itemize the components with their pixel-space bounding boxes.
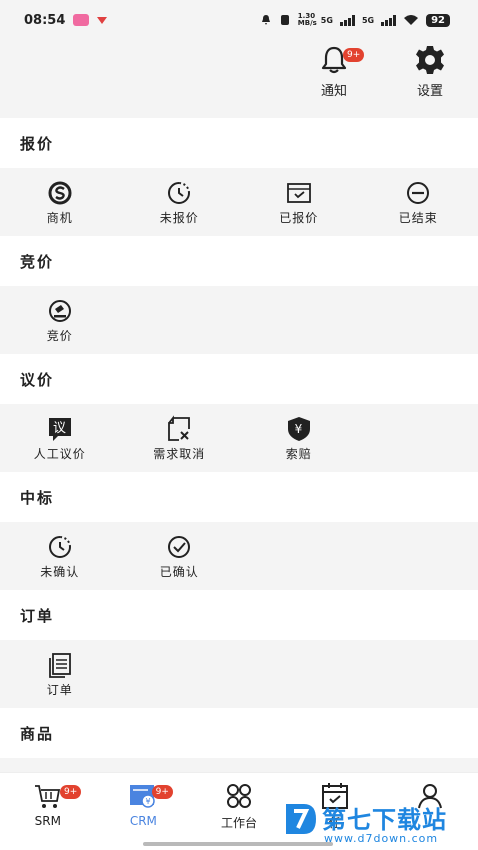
- menu-item-label: 订单: [46, 682, 73, 697]
- watermark: 第七下载站 www.d7down.com: [282, 800, 478, 850]
- signal-icon: [339, 14, 355, 26]
- menu-item-cancel-demand[interactable]: 需求取消: [120, 414, 240, 462]
- menu-item-manual-negotiate[interactable]: 议 人工议价: [0, 415, 120, 462]
- menu-item-label: 人工议价: [33, 446, 86, 461]
- network-speed: 1.30 MB/s: [297, 12, 317, 27]
- app-notification-icon: [73, 14, 90, 26]
- nav-workbench[interactable]: 工作台: [191, 773, 287, 850]
- menu-item-bidding[interactable]: 竞价: [0, 297, 120, 344]
- settings-label: 设置: [416, 84, 443, 99]
- bell-mute-icon: [261, 15, 270, 25]
- cart-icon: [34, 785, 60, 808]
- svg-text:议: 议: [53, 421, 67, 436]
- notify-button[interactable]: 通知 9+: [309, 44, 365, 99]
- watermark-url: www.d7down.com: [324, 832, 439, 845]
- menu-item-unconfirmed[interactable]: 未确认: [0, 533, 120, 580]
- section-grid-won: 未确认 已确认: [0, 522, 478, 590]
- pending-clock-icon: [48, 535, 71, 558]
- nav-label: 工作台: [220, 816, 257, 830]
- business-opportunity-icon: [48, 181, 72, 204]
- download-arrow-icon: [97, 16, 108, 24]
- section-title-bidding: 竞价: [0, 236, 478, 286]
- section-title-quote: 报价: [0, 118, 478, 168]
- check-circle-icon: [168, 535, 191, 558]
- menu-item-label: 未确认: [40, 564, 80, 579]
- nfc-icon: [280, 15, 289, 25]
- menu-item-unquoted[interactable]: 未报价: [120, 179, 240, 226]
- nav-crm[interactable]: ¥ CRM 9+: [96, 773, 192, 850]
- menu-item-label: 竞价: [46, 328, 73, 343]
- watermark-logo-icon: [286, 804, 316, 834]
- section-title-goods: 商品: [0, 708, 478, 758]
- menu-content: 报价 商机 未报价 已报价 已结束 竞价 竞价 议价 议 人工议价 需求取消 ¥…: [0, 118, 478, 758]
- menu-item-label: 已确认: [159, 564, 199, 579]
- section-grid-bidding: 竞价: [0, 286, 478, 354]
- order-document-icon: [48, 652, 71, 678]
- menu-item-order[interactable]: 订单: [0, 651, 120, 698]
- svg-text:¥: ¥: [294, 422, 303, 436]
- negotiate-icon: 议: [48, 417, 71, 441]
- menu-item-label: 已结束: [398, 210, 438, 225]
- menu-item-label: 需求取消: [153, 446, 206, 461]
- nav-badge: 9+: [151, 785, 173, 799]
- signal-icon: [381, 14, 397, 26]
- menu-item-label: 未报价: [159, 210, 199, 225]
- section-grid-negotiate: 议 人工议价 需求取消 ¥ 索赔: [0, 404, 478, 472]
- net2-label: 5G: [361, 15, 375, 25]
- section-title-negotiate: 议价: [0, 354, 478, 404]
- menu-item-business[interactable]: 商机: [0, 179, 120, 226]
- menu-item-label: 索赔: [285, 446, 312, 461]
- notify-badge: 9+: [343, 48, 365, 62]
- section-grid-quote: 商机 未报价 已报价 已结束: [0, 168, 478, 236]
- watermark-title: 第七下载站: [322, 806, 447, 834]
- status-time: 08:54: [24, 12, 66, 28]
- menu-item-label: 商机: [46, 210, 73, 225]
- menu-item-quoted[interactable]: 已报价: [239, 179, 359, 226]
- pending-clock-icon: [168, 181, 191, 204]
- status-bar: 08:54 1.30 MB/s 5G 5G 92: [0, 0, 478, 40]
- quoted-box-icon: [286, 182, 311, 203]
- menu-item-ended[interactable]: 已结束: [359, 179, 478, 226]
- menu-item-claim[interactable]: ¥ 索赔: [239, 415, 359, 462]
- nav-srm[interactable]: SRM 9+: [0, 773, 96, 850]
- notify-label: 通知: [320, 84, 347, 99]
- gavel-icon: [48, 299, 71, 322]
- nav-label: SRM: [34, 814, 61, 828]
- minus-circle-icon: [407, 181, 430, 204]
- section-grid-order: 订单: [0, 640, 478, 708]
- nav-label: CRM: [129, 814, 157, 828]
- wifi-icon: [404, 15, 419, 25]
- header: 通知 9+ 设置: [0, 40, 478, 118]
- menu-item-label: 已报价: [279, 210, 319, 225]
- cancel-demand-icon: [168, 414, 191, 441]
- settings-button[interactable]: 设置: [405, 44, 455, 99]
- svg-text:¥: ¥: [146, 797, 151, 806]
- claim-shield-icon: ¥: [287, 416, 310, 441]
- menu-item-confirmed[interactable]: 已确认: [120, 533, 240, 580]
- net1-label: 5G: [320, 15, 333, 25]
- section-title-order: 订单: [0, 590, 478, 640]
- battery-indicator: 92: [426, 13, 450, 27]
- nav-badge: 9+: [60, 785, 82, 799]
- workbench-grid-icon: [226, 784, 251, 808]
- gear-icon: [416, 46, 444, 74]
- section-title-won: 中标: [0, 472, 478, 522]
